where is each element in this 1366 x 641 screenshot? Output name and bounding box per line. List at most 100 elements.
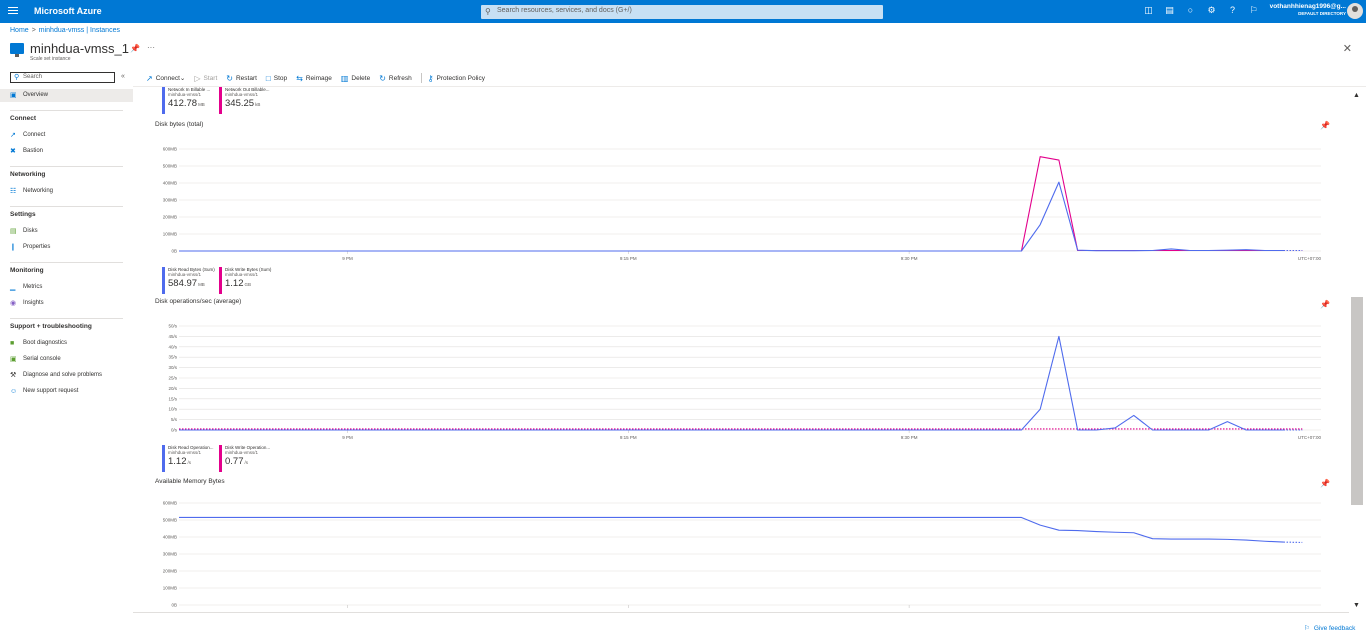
breadcrumb-home[interactable]: Home: [10, 27, 29, 34]
divider: [133, 612, 1349, 613]
toolbar-button-label: Start: [203, 74, 218, 82]
give-feedback-link[interactable]: ⚐ Give feedback: [1304, 624, 1355, 632]
sidebar-item-disks[interactable]: ▤ Disks: [0, 225, 133, 238]
search-icon: ⚲: [14, 74, 20, 81]
y-tick-label: 0B: [171, 603, 177, 608]
delete-button[interactable]: ▥ Delete: [341, 74, 370, 83]
sidebar-section-heading: Support + troubleshooting: [10, 323, 92, 330]
reimage-button[interactable]: ⇆ Reimage: [296, 74, 332, 83]
scroll-down-icon[interactable]: ▼: [1353, 602, 1360, 609]
y-tick-label: 15/s: [168, 396, 177, 401]
y-tick-label: 400MB: [163, 181, 177, 186]
sidebar-section-heading: Connect: [10, 115, 36, 122]
feedback-icon[interactable]: ⚐: [1243, 5, 1264, 16]
sidebar-item-overview[interactable]: ▣ Overview: [0, 89, 133, 102]
toolbar-button-label: Connect: [155, 74, 180, 82]
global-search-input[interactable]: ⚲ Search resources, services, and docs (…: [481, 5, 883, 19]
restart-icon: ↻: [226, 73, 233, 83]
chevron-down-icon: ⌄: [179, 75, 186, 82]
networking-icon: ☷: [10, 188, 17, 195]
vertical-scrollbar[interactable]: ▲ ▼: [1350, 87, 1364, 612]
y-tick-label: 40/s: [168, 344, 177, 349]
help-icon[interactable]: ?: [1222, 5, 1243, 16]
toolbar-button-label: Protection Policy: [436, 74, 485, 82]
sidebar-item-diagnose-and-solve-problems[interactable]: ⚒ Diagnose and solve problems: [0, 369, 133, 382]
collapse-menu-icon[interactable]: «: [121, 73, 125, 80]
directory-filter-icon[interactable]: ▤: [1159, 5, 1180, 16]
sidebar-item-boot-diagnostics[interactable]: ■ Boot diagnostics: [0, 337, 133, 350]
sidebar-item-metrics[interactable]: ▁ Metrics: [0, 281, 133, 294]
top-navigation-bar: Microsoft Azure ⚲ Search resources, serv…: [0, 0, 1366, 23]
series-line: [179, 516, 1284, 543]
protection-policy-button[interactable]: ⚷ Protection Policy: [428, 74, 485, 83]
legend-value: 345.25kB: [225, 98, 261, 109]
pin-icon[interactable]: 📌: [1320, 300, 1330, 309]
y-tick-label: 300MB: [163, 552, 177, 557]
timezone-label: UTC+07:00: [1298, 435, 1322, 440]
sidebar-item-bastion[interactable]: ✖ Bastion: [0, 145, 133, 158]
give-feedback-label: Give feedback: [1313, 625, 1356, 632]
divider: [10, 110, 123, 111]
metrics-icon: ▁: [10, 284, 16, 291]
refresh-button[interactable]: ↻ Refresh: [379, 74, 411, 83]
user-directory: DEFAULT DIRECTORY: [1298, 11, 1346, 16]
sidebar-item-label: Networking: [23, 188, 54, 194]
x-tick-label: 9:15 PM: [620, 256, 637, 261]
wrench-icon: ⚒: [10, 372, 17, 379]
sidebar-item-label: Insights: [23, 300, 44, 306]
legend-resource: minhdua-vmss/1: [168, 272, 202, 277]
connect-button[interactable]: ↗ Connect ⌄: [146, 74, 185, 83]
command-bar: ↗ Connect ⌄ ▷ Start ↻ Restart □ Stop ⇆ Reimage ▥ De…: [146, 72, 494, 84]
settings-icon[interactable]: ⚙: [1201, 5, 1222, 16]
close-icon[interactable]: ✕: [1343, 42, 1352, 55]
pin-icon[interactable]: 📌: [1320, 479, 1330, 488]
scrollbar-thumb[interactable]: [1351, 297, 1363, 505]
page-subtitle: Scale set instance: [30, 56, 71, 62]
search-icon: ⚲: [485, 7, 491, 16]
pin-icon[interactable]: 📌: [1320, 121, 1330, 130]
trash-icon: ▥: [340, 73, 349, 83]
hamburger-menu-icon[interactable]: [8, 5, 18, 17]
avatar[interactable]: [1347, 3, 1363, 19]
memory-chart[interactable]: 0B 100MB 200MB 300MB 400MB 500MB 600MB: [155, 499, 1325, 612]
disk-bytes-chart[interactable]: 0B 100MB 200MB 300MB 400MB 500MB 600MB 9 PM 9:15…: [155, 145, 1325, 265]
start-button: ▷ Start: [194, 74, 217, 83]
divider: [10, 206, 123, 207]
menu-search-input[interactable]: ⚲ Search: [10, 72, 115, 83]
y-tick-label: 50/s: [168, 324, 177, 329]
y-tick-label: 30/s: [168, 365, 177, 370]
sidebar-item-serial-console[interactable]: ▣ Serial console: [0, 353, 133, 366]
sidebar-item-properties[interactable]: ❙ Properties: [0, 241, 133, 254]
stop-button[interactable]: □ Stop: [266, 74, 287, 83]
y-tick-label: 5/s: [171, 417, 178, 422]
legend-color: [162, 267, 165, 294]
disk-ops-chart[interactable]: 0/s 5/s 10/s 15/s 20/s 25/s 30/s 35/s 40/s 45/s 50…: [155, 322, 1325, 444]
legend-resource: minhdua-vmss/1: [225, 92, 259, 97]
bastion-icon: ✖: [10, 148, 16, 155]
y-tick-label: 200MB: [163, 569, 177, 574]
toolbar-button-label: Stop: [273, 74, 288, 82]
brand-name[interactable]: Microsoft Azure: [34, 6, 102, 16]
legend-value: 1.12/s: [168, 456, 192, 467]
toolbar-separator: [420, 73, 422, 83]
menu-search-placeholder: Search: [23, 74, 43, 80]
restart-button[interactable]: ↻ Restart: [226, 74, 257, 83]
sidebar-item-networking[interactable]: ☷ Networking: [0, 185, 133, 198]
divider: [10, 318, 123, 319]
legend-resource: minhdua-vmss/1: [225, 272, 259, 277]
notifications-icon[interactable]: ○: [1180, 5, 1201, 16]
cloud-shell-icon[interactable]: ◫: [1138, 5, 1159, 16]
scroll-up-icon[interactable]: ▲: [1353, 92, 1360, 99]
sidebar-item-new-support-request[interactable]: ☺ New support request: [0, 385, 133, 398]
series-line: [179, 156, 1284, 252]
more-options-icon[interactable]: ···: [147, 43, 155, 52]
legend-value: 412.78MB: [168, 98, 205, 109]
breadcrumb-parent[interactable]: minhdua-vmss | Instances: [39, 27, 120, 34]
series-line: [179, 181, 1284, 252]
divider: [10, 166, 123, 167]
support-icon: ☺: [10, 388, 18, 395]
account-menu[interactable]: vothanhhienag1996@g... DEFAULT DIRECTORY: [1270, 3, 1346, 16]
pin-icon[interactable]: 📌: [130, 44, 140, 53]
sidebar-item-insights[interactable]: ◉ Insights: [0, 297, 133, 310]
sidebar-item-connect[interactable]: ↗ Connect: [0, 129, 133, 142]
